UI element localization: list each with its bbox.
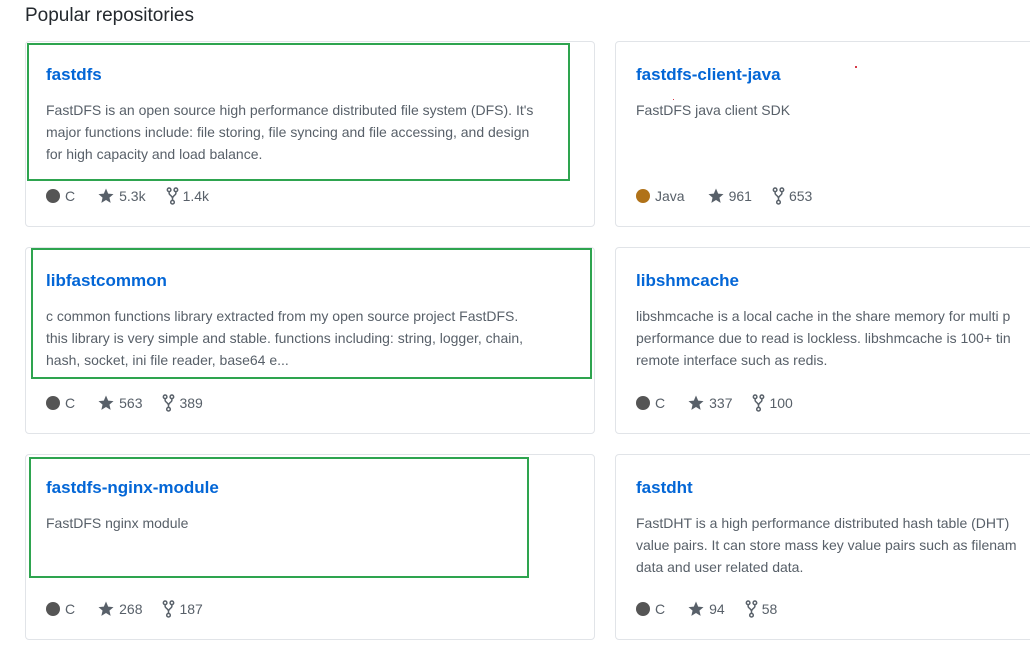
forks-count: 58 [761, 601, 778, 617]
repo-meta: C 94 58 [636, 600, 797, 618]
stars-link[interactable]: 268 [97, 600, 142, 618]
repo-description: c common functions library extracted fro… [46, 308, 524, 368]
language-color-dot [46, 602, 60, 616]
stars-link[interactable]: 5.3k [97, 187, 146, 205]
stars-count: 268 [119, 601, 143, 617]
fork-icon [753, 394, 765, 412]
repo-description: libshmcache is a local cache in the shar… [636, 308, 1011, 368]
fork-icon [163, 394, 175, 412]
repo-language: C [636, 395, 665, 411]
forks-count: 100 [769, 395, 793, 411]
fork-icon [745, 600, 758, 618]
star-icon [98, 601, 114, 616]
forks-link[interactable]: 653 [772, 187, 812, 205]
repo-description: FastDFS nginx module [46, 515, 189, 531]
stars-link[interactable]: 337 [687, 394, 732, 412]
star-icon [688, 601, 704, 616]
fork-icon [772, 187, 785, 205]
stray-mark [855, 66, 857, 68]
language-label: Java [655, 188, 685, 204]
stars-count: 5.3k [119, 188, 146, 204]
forks-count: 653 [788, 188, 813, 204]
repo-card-libshmcache: libshmcache libshmcache is a local cache… [615, 247, 1030, 434]
repo-language: C [636, 601, 665, 617]
repo-name-link[interactable]: fastdfs-client-java [636, 65, 781, 85]
repo-name-link[interactable]: fastdht [636, 478, 693, 498]
language-color-dot [46, 189, 60, 203]
repo-language: Java [636, 188, 685, 204]
repo-card-fastdfs-client-java: fastdfs-client-java FastDFS java client … [615, 41, 1030, 227]
repo-language: C [46, 188, 75, 204]
forks-link[interactable]: 187 [162, 600, 203, 618]
fork-icon [166, 187, 179, 205]
language-label: C [655, 395, 666, 411]
star-icon [688, 395, 704, 410]
repo-name-link[interactable]: fastdfs-nginx-module [46, 478, 219, 498]
language-color-dot [636, 396, 650, 410]
forks-link[interactable]: 58 [745, 600, 778, 618]
repo-card-fastdfs: fastdfs FastDFS is an open source high p… [25, 41, 595, 227]
stray-mark [673, 99, 674, 100]
repo-description: FastDHT is a high performance distribute… [636, 515, 1017, 575]
forks-count: 389 [179, 395, 203, 411]
repo-meta: C 268 187 [46, 600, 223, 618]
forks-count: 1.4k [182, 188, 210, 204]
repo-description: FastDFS is an open source high performan… [46, 102, 534, 162]
star-icon [98, 188, 114, 203]
forks-link[interactable]: 100 [752, 394, 793, 412]
forks-link[interactable]: 1.4k [166, 187, 209, 205]
stars-count: 961 [728, 188, 752, 204]
stars-count: 94 [709, 601, 725, 617]
language-label: C [65, 395, 76, 411]
stars-link[interactable]: 94 [687, 600, 725, 618]
repo-card-fastdht: fastdht FastDHT is a high performance di… [615, 454, 1030, 640]
repo-meta: Java 961 653 [636, 187, 832, 205]
language-label: C [65, 601, 76, 617]
language-label: C [65, 188, 76, 204]
language-color-dot [636, 602, 650, 616]
repo-card-fastdfs-nginx-module: fastdfs-nginx-module FastDFS nginx modul… [25, 454, 595, 640]
language-label: C [655, 601, 666, 617]
repo-card-libfastcommon: libfastcommon c common functions library… [25, 247, 595, 434]
repo-meta: C 5.3k 1.4k [46, 187, 229, 205]
stars-link[interactable]: 961 [707, 187, 752, 205]
language-color-dot [636, 189, 650, 203]
forks-link[interactable]: 389 [162, 394, 203, 412]
fork-icon [163, 600, 175, 618]
repo-name-link[interactable]: libfastcommon [46, 271, 167, 291]
repo-language: C [46, 395, 75, 411]
repo-meta: C 337 100 [636, 394, 813, 412]
forks-count: 187 [179, 601, 203, 617]
repo-name-link[interactable]: libshmcache [636, 271, 739, 291]
star-icon [708, 188, 724, 203]
section-title: Popular repositories [25, 5, 194, 26]
stars-count: 563 [119, 395, 143, 411]
stars-link[interactable]: 563 [97, 394, 142, 412]
star-icon [98, 395, 114, 410]
repo-language: C [46, 601, 75, 617]
language-color-dot [46, 396, 60, 410]
repo-name-link[interactable]: fastdfs [46, 65, 102, 85]
stars-count: 337 [709, 395, 733, 411]
repo-description: FastDFS java client SDK [636, 102, 791, 118]
repo-meta: C 563 389 [46, 394, 223, 412]
